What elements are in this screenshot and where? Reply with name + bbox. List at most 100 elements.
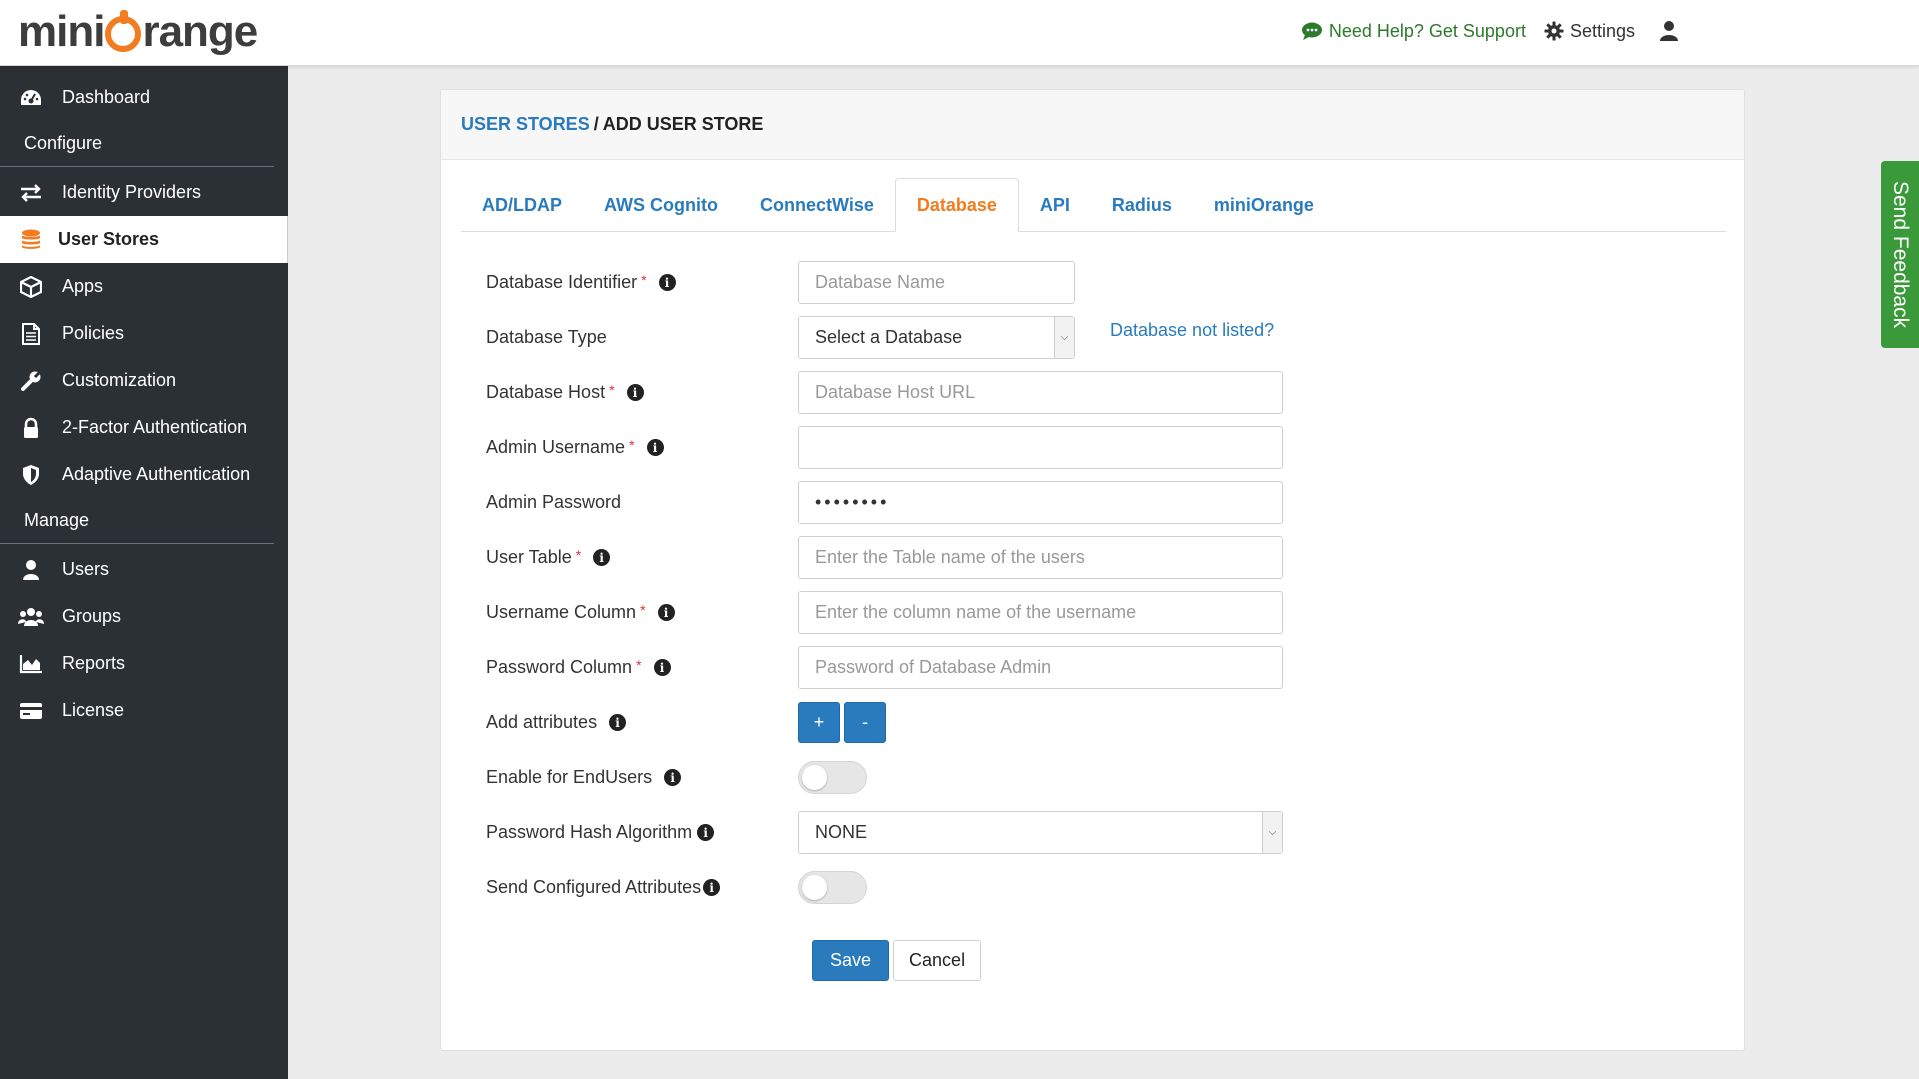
- database-not-listed-link[interactable]: Database not listed?: [1110, 320, 1274, 341]
- sidebar-item-label: Reports: [62, 653, 126, 673]
- sidebar-item-adaptive-auth[interactable]: Adaptive Authentication: [0, 451, 288, 498]
- label-text: Password Column: [486, 657, 633, 677]
- tab-ad-ldap[interactable]: AD/LDAP: [461, 178, 583, 232]
- get-support-label: Need Help? Get Support: [1328, 20, 1526, 41]
- lock-icon: [18, 415, 44, 441]
- info-icon[interactable]: i: [593, 549, 611, 566]
- info-icon[interactable]: i: [653, 659, 671, 676]
- info-icon[interactable]: i: [697, 824, 715, 841]
- tab-aws-cognito[interactable]: AWS Cognito: [583, 178, 739, 232]
- cancel-button[interactable]: Cancel: [893, 940, 982, 981]
- miniorange-logo[interactable]: mini range: [18, 7, 258, 56]
- sidebar-nav: Dashboard Configure Identity Providers U…: [0, 66, 288, 1079]
- required-marker: *: [575, 546, 582, 563]
- label-text: Database Host: [486, 382, 606, 402]
- sidebar-item-reports[interactable]: Reports: [0, 640, 288, 687]
- breadcrumb-user-stores-link[interactable]: USER STORES: [461, 114, 590, 135]
- admin-password-label: Admin Password: [486, 492, 798, 513]
- header-actions: Need Help? Get Support Settings: [1301, 20, 1679, 42]
- admin-username-input[interactable]: [798, 426, 1283, 469]
- label-text: User Table: [486, 547, 572, 567]
- info-icon[interactable]: i: [664, 769, 682, 786]
- sidebar-item-label: Groups: [62, 606, 122, 626]
- database-form: Database Identifier * i Database Name Data…: [486, 255, 1686, 915]
- hash-algorithm-label: Password Hash Algorithm i: [486, 822, 798, 843]
- db-type-label: Database Type: [486, 327, 798, 348]
- settings-label: Settings: [1569, 20, 1635, 41]
- info-icon[interactable]: i: [609, 714, 627, 731]
- user-store-type-tabs: AD/LDAP AWS Cognito ConnectWise Database…: [461, 178, 1726, 232]
- db-type-selected-value: Select a Database: [815, 327, 963, 347]
- info-icon[interactable]: i: [657, 604, 675, 621]
- user-table-input[interactable]: Enter the Table name of the users: [798, 536, 1283, 579]
- sidebar-item-license[interactable]: License: [0, 687, 288, 734]
- tab-miniorange[interactable]: miniOrange: [1193, 178, 1335, 232]
- top-header: mini range Need Help? Get Support Setting…: [0, 0, 1919, 66]
- remove-attribute-button[interactable]: -: [844, 702, 886, 743]
- breadcrumb-current: ADD USER STORE: [602, 114, 764, 134]
- logo-o-icon: [105, 10, 142, 52]
- user-icon: [18, 557, 44, 583]
- get-support-link[interactable]: Need Help? Get Support: [1301, 21, 1526, 42]
- info-icon[interactable]: i: [626, 384, 644, 401]
- send-feedback-tab[interactable]: Send Feedback: [1881, 161, 1919, 348]
- chat-icon: [1301, 21, 1323, 41]
- sidebar-item-users[interactable]: Users: [0, 546, 288, 593]
- credit-card-icon: [18, 698, 44, 724]
- required-marker: *: [640, 601, 646, 618]
- sidebar-item-label: 2-Factor Authentication: [62, 417, 248, 437]
- dashboard-gauge-icon: [18, 85, 44, 111]
- required-marker: *: [641, 271, 647, 288]
- form-row-user-table: User Table * i Enter the Table name of the…: [486, 530, 1686, 585]
- label-text: Database Identifier: [486, 272, 638, 292]
- db-type-select[interactable]: Select a Database ⌵: [798, 316, 1075, 359]
- password-column-input[interactable]: Password of Database Admin: [798, 646, 1283, 689]
- save-button[interactable]: Save: [812, 940, 890, 981]
- sidebar-item-label: Customization: [62, 370, 177, 390]
- label-text: Enable for EndUsers: [486, 767, 653, 787]
- sidebar-item-policies[interactable]: Policies: [0, 310, 288, 357]
- logo-text-prefix: mini: [18, 7, 105, 56]
- tab-database[interactable]: Database: [894, 178, 1019, 232]
- sidebar-item-user-stores[interactable]: User Stores: [0, 216, 288, 263]
- add-user-store-card: USER STORES / ADD USER STORE AD/LDAP AWS…: [440, 89, 1745, 1051]
- form-row-send-attributes: Send Configured Attributes i: [486, 860, 1686, 915]
- chevron-down-icon: ⌵: [1262, 812, 1282, 853]
- enable-endusers-toggle[interactable]: [798, 761, 867, 794]
- sidebar-item-customization[interactable]: Customization: [0, 357, 288, 404]
- user-profile-icon[interactable]: [1659, 20, 1679, 42]
- tab-radius[interactable]: Radius: [1091, 178, 1193, 232]
- admin-password-input[interactable]: ••••••••: [798, 481, 1283, 524]
- sidebar-item-apps[interactable]: Apps: [0, 263, 288, 310]
- send-attributes-label: Send Configured Attributes i: [486, 877, 798, 898]
- sidebar-item-label: User Stores: [58, 229, 160, 249]
- info-icon[interactable]: i: [658, 274, 676, 291]
- send-attributes-toggle[interactable]: [798, 871, 867, 904]
- form-actions: Save Cancel: [812, 940, 982, 981]
- sidebar-item-2fa[interactable]: 2-Factor Authentication: [0, 404, 288, 451]
- label-text: Admin Password: [486, 492, 622, 512]
- info-icon[interactable]: i: [646, 439, 664, 456]
- sidebar-item-dashboard[interactable]: Dashboard: [0, 74, 288, 121]
- form-row-hash-algorithm: Password Hash Algorithm i NONE ⌵: [486, 805, 1686, 860]
- settings-link[interactable]: Settings: [1544, 21, 1635, 42]
- add-attribute-button[interactable]: +: [798, 702, 840, 743]
- db-host-input[interactable]: Database Host URL: [798, 371, 1283, 414]
- tab-api[interactable]: API: [1019, 178, 1091, 232]
- users-group-icon: [18, 604, 44, 630]
- sidebar-heading-manage: Manage: [0, 498, 274, 544]
- sidebar-item-identity-providers[interactable]: Identity Providers: [0, 169, 288, 216]
- sidebar-item-groups[interactable]: Groups: [0, 593, 288, 640]
- label-text: Admin Username: [486, 437, 626, 457]
- info-icon[interactable]: i: [703, 879, 721, 896]
- username-column-label: Username Column * i: [486, 602, 798, 623]
- db-host-label: Database Host * i: [486, 382, 798, 403]
- tab-connectwise[interactable]: ConnectWise: [739, 178, 895, 232]
- breadcrumb-separator: /: [593, 114, 599, 134]
- username-column-input[interactable]: Enter the column name of the username: [798, 591, 1283, 634]
- hash-algorithm-select[interactable]: NONE ⌵: [798, 811, 1283, 854]
- form-row-admin-username: Admin Username * i: [486, 420, 1686, 475]
- exchange-arrows-icon: [18, 180, 44, 206]
- db-identifier-input[interactable]: Database Name: [798, 261, 1075, 304]
- breadcrumb: USER STORES / ADD USER STORE: [441, 90, 1744, 160]
